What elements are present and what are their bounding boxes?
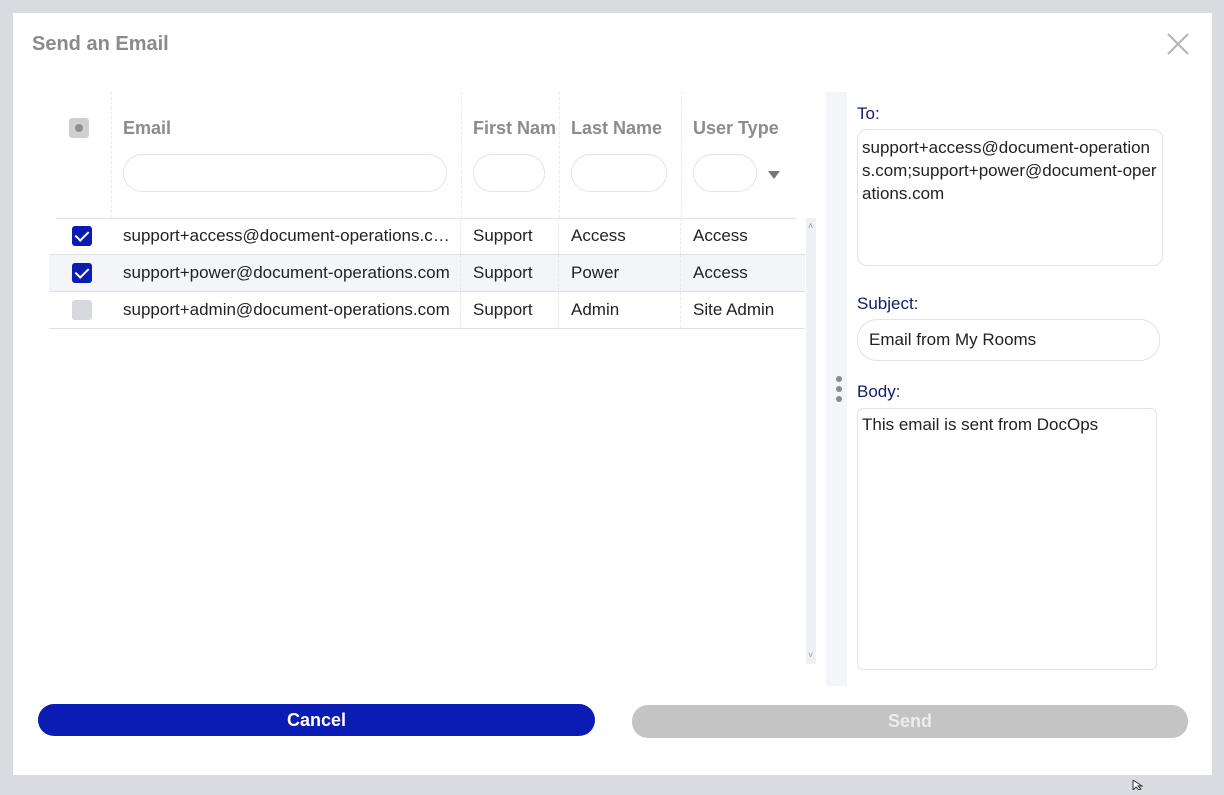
table-row[interactable]: support+power@document-operations.com Su…	[49, 255, 805, 292]
email-filter-input[interactable]	[123, 154, 447, 192]
body-textarea[interactable]: This email is sent from DocOps	[857, 408, 1157, 670]
row-first-name: Support	[461, 292, 559, 328]
scroll-up-icon[interactable]: ˄	[808, 222, 813, 231]
row-last-name: Power	[559, 255, 681, 291]
last-name-column-header: Last Name	[559, 92, 682, 218]
to-field[interactable]: support+access@document-operations.com;s…	[857, 129, 1163, 266]
first-name-column-label[interactable]: First Name	[473, 118, 557, 139]
first-name-filter-input[interactable]	[473, 154, 545, 192]
row-last-name: Admin	[559, 292, 681, 328]
row-last-name: Access	[559, 218, 681, 254]
row-email: support+admin@document-operations.com	[111, 292, 461, 328]
send-email-dialog: Send an Email Email First Name Last Name	[13, 13, 1212, 775]
last-name-column-label[interactable]: Last Name	[571, 118, 662, 139]
row-first-name: Support	[461, 255, 559, 291]
dialog-title: Send an Email	[32, 33, 169, 55]
subject-input[interactable]	[857, 319, 1160, 361]
row-user-type: Site Admin	[693, 300, 775, 319]
send-button[interactable]: Send	[632, 705, 1188, 738]
splitter-grip-icon	[836, 376, 842, 382]
row-user-type: Access	[693, 226, 748, 245]
body-label: Body:	[857, 382, 901, 401]
subject-label: Subject:	[857, 294, 919, 313]
email-form: To: support+access@document-operations.c…	[847, 92, 1188, 686]
splitter-grip-icon	[836, 396, 842, 402]
email-column-label[interactable]: Email	[123, 118, 171, 139]
row-email: support+power@document-operations.com	[111, 255, 461, 291]
grid-vertical-scrollbar[interactable]: ˄ ˅	[806, 218, 816, 664]
table-row[interactable]: support+admin@document-operations.com Su…	[49, 292, 805, 329]
select-all-checkbox[interactable]	[69, 118, 89, 138]
mouse-cursor-icon	[1132, 777, 1144, 795]
user-type-column-label[interactable]: User Type	[693, 118, 779, 139]
row-first-name: Support	[461, 218, 559, 254]
row-email: support+access@document-operations.com	[111, 218, 461, 254]
cancel-button[interactable]: Cancel	[38, 704, 595, 736]
first-name-column-header: First Name	[461, 92, 560, 218]
table-row[interactable]: support+access@document-operations.com S…	[49, 218, 805, 255]
recipients-grid: Email First Name Last Name User Type sup…	[38, 92, 826, 686]
user-type-dropdown-arrow-icon[interactable]	[768, 171, 780, 179]
email-column-header: Email	[111, 92, 462, 218]
row-checkbox[interactable]	[72, 226, 92, 246]
last-name-filter-input[interactable]	[571, 154, 667, 192]
user-type-filter-select[interactable]	[693, 154, 757, 192]
select-all-column	[38, 92, 112, 218]
row-checkbox[interactable]	[72, 300, 92, 320]
scroll-down-icon[interactable]: ˅	[808, 651, 813, 660]
row-checkbox[interactable]	[72, 263, 92, 283]
panel-splitter[interactable]	[831, 92, 847, 686]
row-user-type: Access	[693, 263, 748, 282]
close-icon[interactable]	[1165, 31, 1191, 57]
content-panel: Email First Name Last Name User Type sup…	[38, 92, 1188, 686]
splitter-grip-icon	[836, 386, 842, 392]
user-type-column-header: User Type	[681, 92, 801, 218]
to-label: To:	[857, 104, 880, 123]
